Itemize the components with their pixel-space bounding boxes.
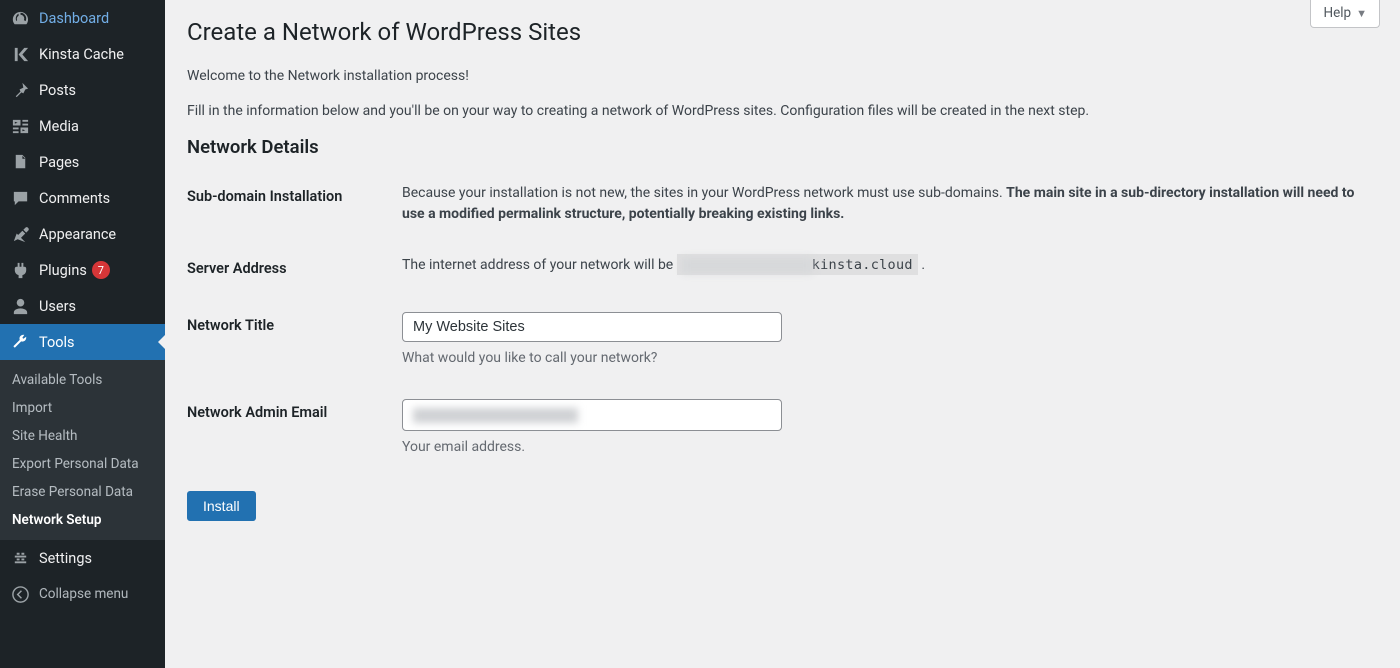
tools-icon — [10, 332, 30, 352]
page-title: Create a Network of WordPress Sites — [187, 8, 1380, 52]
sidebar-item-appearance[interactable]: Appearance — [0, 216, 165, 252]
main-content: Help ▼ Create a Network of WordPress Sit… — [165, 0, 1400, 668]
kinsta-icon — [10, 44, 30, 64]
section-heading: Network Details — [187, 136, 1380, 158]
redacted-domain — [682, 258, 812, 273]
chevron-down-icon: ▼ — [1356, 7, 1367, 20]
network-title-help: What would you like to call your network… — [402, 348, 1370, 369]
users-icon — [10, 296, 30, 316]
pages-icon — [10, 152, 30, 172]
sidebar-item-media[interactable]: Media — [0, 108, 165, 144]
server-address-value: The internet address of your network wil… — [402, 240, 1380, 297]
collapse-icon — [10, 584, 30, 604]
admin-sidebar: Dashboard Kinsta Cache Posts Media Pages… — [0, 0, 165, 668]
pin-icon — [10, 80, 30, 100]
sidebar-item-kinsta-cache[interactable]: Kinsta Cache — [0, 36, 165, 72]
sidebar-item-label: Appearance — [39, 226, 116, 243]
network-admin-email-input[interactable] — [402, 399, 782, 431]
sidebar-item-posts[interactable]: Posts — [0, 72, 165, 108]
help-label: Help — [1323, 5, 1351, 21]
collapse-label: Collapse menu — [39, 586, 128, 602]
sidebar-item-label: Posts — [39, 82, 76, 99]
sidebar-item-label: Media — [39, 118, 79, 135]
comments-icon — [10, 188, 30, 208]
sidebar-item-users[interactable]: Users — [0, 288, 165, 324]
redacted-email — [413, 408, 578, 423]
collapse-menu-button[interactable]: Collapse menu — [0, 576, 165, 612]
network-admin-email-label: Network Admin Email — [187, 384, 402, 473]
media-icon — [10, 116, 30, 136]
submenu-item-network-setup[interactable]: Network Setup — [0, 506, 165, 534]
sidebar-item-label: Settings — [39, 550, 92, 567]
sidebar-item-comments[interactable]: Comments — [0, 180, 165, 216]
sidebar-item-label: Dashboard — [39, 10, 109, 27]
sidebar-item-plugins[interactable]: Plugins 7 — [0, 252, 165, 288]
dashboard-icon — [10, 8, 30, 28]
intro-text-1: Welcome to the Network installation proc… — [187, 66, 1380, 87]
server-address-label: Server Address — [187, 240, 402, 297]
submenu-item-import[interactable]: Import — [0, 394, 165, 422]
submenu-item-site-health[interactable]: Site Health — [0, 422, 165, 450]
sidebar-item-label: Comments — [39, 190, 110, 207]
subdomain-description: Because your installation is not new, th… — [402, 168, 1380, 240]
intro-text-2: Fill in the information below and you'll… — [187, 101, 1380, 122]
sidebar-item-label: Users — [39, 298, 76, 315]
settings-icon — [10, 548, 30, 568]
sidebar-item-label: Tools — [39, 334, 75, 351]
update-count-badge: 7 — [92, 261, 110, 279]
sidebar-item-label: Plugins — [39, 262, 87, 279]
install-button[interactable]: Install — [187, 491, 256, 521]
network-admin-email-help: Your email address. — [402, 437, 1370, 458]
network-title-label: Network Title — [187, 297, 402, 384]
network-details-table: Sub-domain Installation Because your ins… — [187, 168, 1380, 473]
sidebar-item-pages[interactable]: Pages — [0, 144, 165, 180]
submenu-item-export-personal-data[interactable]: Export Personal Data — [0, 450, 165, 478]
submenu-item-erase-personal-data[interactable]: Erase Personal Data — [0, 478, 165, 506]
network-title-input[interactable] — [402, 312, 782, 342]
subdomain-label: Sub-domain Installation — [187, 168, 402, 240]
submenu-item-available-tools[interactable]: Available Tools — [0, 366, 165, 394]
sidebar-item-settings[interactable]: Settings — [0, 540, 165, 576]
sidebar-item-label: Kinsta Cache — [39, 46, 124, 63]
plugins-icon — [10, 260, 30, 280]
sidebar-item-label: Pages — [39, 154, 79, 171]
tools-submenu: Available Tools Import Site Health Expor… — [0, 360, 165, 540]
sidebar-item-tools[interactable]: Tools — [0, 324, 165, 360]
help-tab[interactable]: Help ▼ — [1310, 0, 1380, 28]
sidebar-item-dashboard[interactable]: Dashboard — [0, 0, 165, 36]
appearance-icon — [10, 224, 30, 244]
